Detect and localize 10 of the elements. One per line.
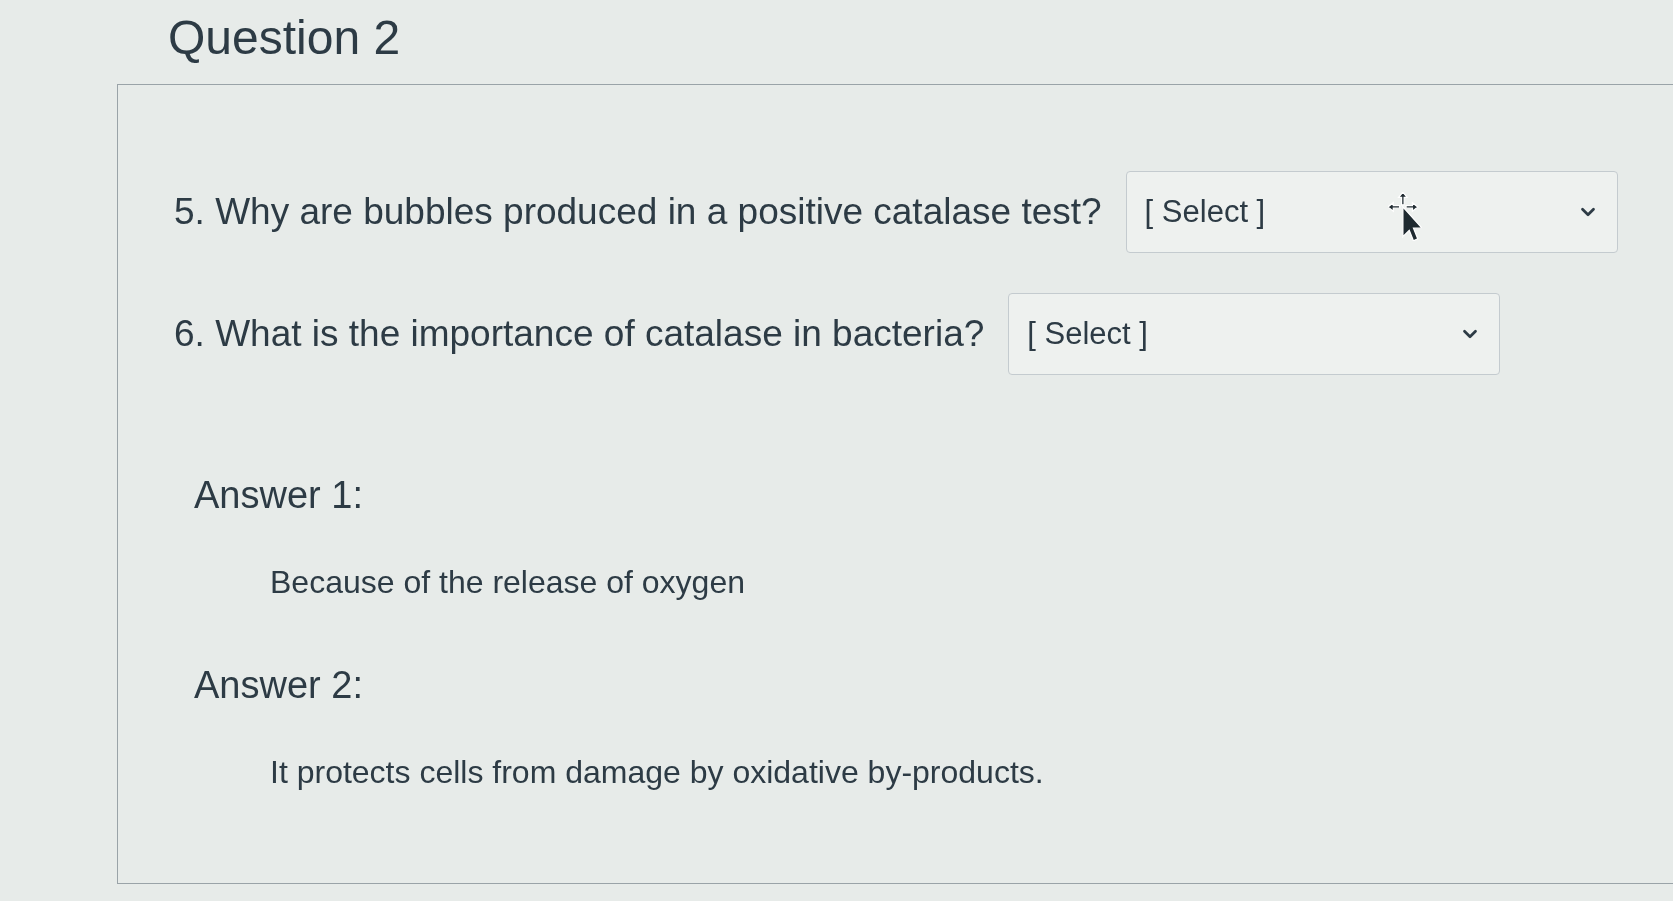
answer-text: It protects cells from damage by oxidative by-products. (270, 753, 1044, 791)
question-heading: Question 2 (168, 10, 401, 66)
answer-label: Answer 1: (194, 473, 363, 517)
question-text: 5. Why are bubbles produced in a positive catalase test? (174, 190, 1102, 234)
answer-dropdown[interactable]: [ Select ] (1008, 293, 1501, 375)
answer-label: Answer 2: (194, 663, 363, 707)
answer-text: Because of the release of oxygen (270, 563, 745, 601)
move-cursor-icon (1388, 192, 1422, 241)
question-text: 6. What is the importance of catalase in bacteria? (174, 312, 985, 356)
answer-dropdown[interactable]: [ Select ] (1125, 171, 1618, 253)
